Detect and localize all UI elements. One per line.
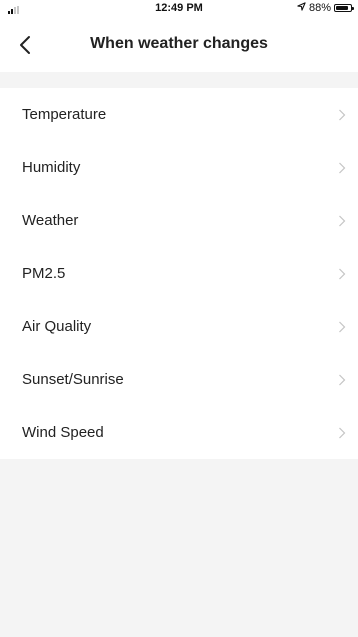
condition-list: Temperature Humidity Weather PM2.5 Air Q… [0,88,358,459]
list-item-pm25[interactable]: PM2.5 [0,247,358,300]
status-bar: 12:49 PM 88% [0,0,358,20]
page-title: When weather changes [90,35,268,52]
battery-percent: 88% [308,2,331,14]
chevron-right-icon [338,374,346,386]
chevron-right-icon [338,162,346,174]
list-item-label: Wind Speed [22,424,104,441]
status-right: 88% [297,2,354,14]
list-item-label: Temperature [22,106,107,123]
nav-bar: When weather changes [0,20,358,72]
list-item-sunset-sunrise[interactable]: Sunset/Sunrise [0,353,358,406]
chevron-right-icon [338,109,346,121]
chevron-right-icon [338,321,346,333]
chevron-right-icon [338,268,346,280]
list-item-label: Sunset/Sunrise [22,371,124,388]
list-item-wind-speed[interactable]: Wind Speed [0,406,358,459]
list-item-weather[interactable]: Weather [0,194,358,247]
list-item-label: Weather [22,212,79,229]
list-item-air-quality[interactable]: Air Quality [0,300,358,353]
list-item-label: PM2.5 [22,265,66,282]
list-item-label: Humidity [22,159,81,176]
chevron-right-icon [338,215,346,227]
location-icon [297,2,306,14]
chevron-right-icon [338,427,346,439]
list-item-label: Air Quality [22,318,92,335]
list-item-temperature[interactable]: Temperature [0,88,358,141]
list-item-humidity[interactable]: Humidity [0,141,358,194]
battery-icon [334,4,354,12]
